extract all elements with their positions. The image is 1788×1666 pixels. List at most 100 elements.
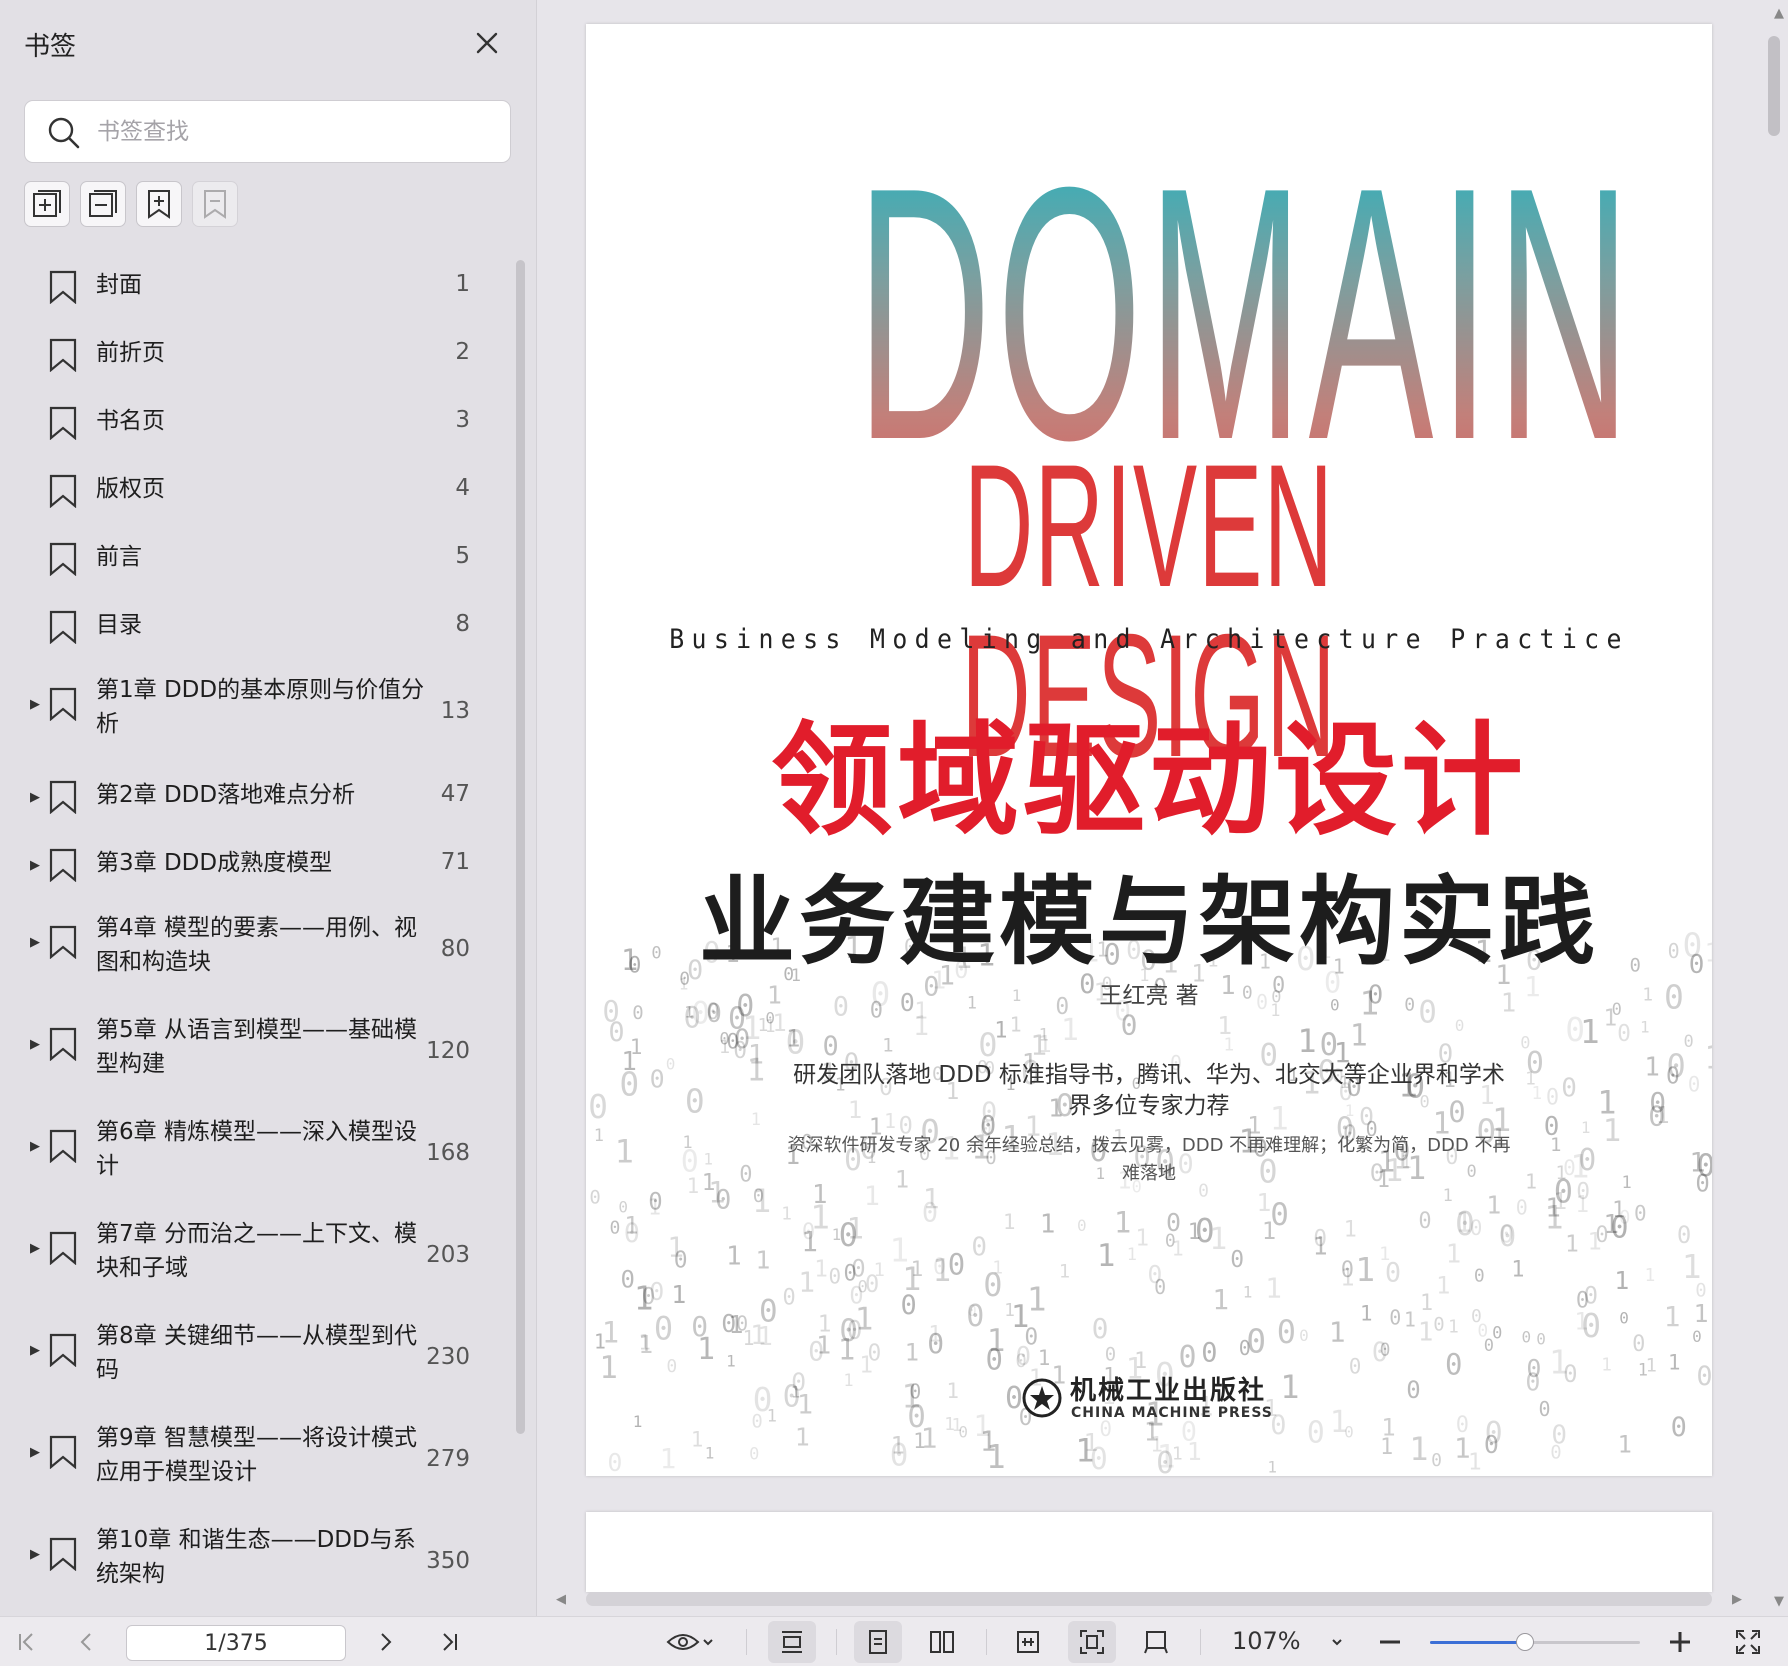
remove-bookmark-button[interactable]	[192, 181, 238, 227]
expand-arrow-icon[interactable]: ▶	[30, 697, 40, 712]
collapse-all-button[interactable]	[80, 181, 126, 227]
bookmark-label: 第8章 关键细节——从模型到代码	[96, 1323, 417, 1383]
svg-text:1: 1	[1059, 1261, 1070, 1283]
svg-text:0: 0	[1551, 1421, 1567, 1451]
svg-text:1: 1	[843, 1371, 853, 1391]
bookmark-list: 封面 1 前折页 2 书名页 3 版权页 4 前言 5 目录 8 ▶ 第1章 DDD的基本原则与价值分析 1…	[0, 255, 510, 1615]
svg-text:1: 1	[1381, 1414, 1395, 1442]
bookmark-item[interactable]: ▶ 第1章 DDD的基本原则与价值分析 13	[0, 663, 510, 765]
sidebar-scrollbar[interactable]	[516, 260, 525, 1434]
bookmark-item[interactable]: ▶ 第2章 DDD落地难点分析 47	[0, 765, 510, 833]
bookmark-item[interactable]: 封面 1	[0, 255, 510, 323]
scroll-right-arrow-icon[interactable]: ▶	[1732, 1592, 1742, 1607]
horizontal-scrollbar[interactable]	[586, 1592, 1712, 1606]
expand-arrow-icon[interactable]: ▶	[30, 1343, 40, 1358]
svg-text:1: 1	[1114, 1206, 1131, 1240]
cover-author: 王红亮 著	[1099, 983, 1199, 1009]
svg-text:1: 1	[1038, 1032, 1052, 1058]
bookmark-page-number: 5	[455, 543, 470, 569]
svg-text:1: 1	[1011, 1299, 1030, 1335]
fullscreen-button[interactable]	[1728, 1617, 1768, 1666]
svg-text:1: 1	[1580, 1012, 1600, 1051]
bookmark-search-box[interactable]	[24, 100, 511, 163]
bookmark-item[interactable]: 版权页 4	[0, 459, 510, 527]
expand-arrow-icon[interactable]: ▶	[30, 935, 40, 950]
single-page-icon	[869, 1630, 887, 1654]
bookmark-item[interactable]: ▶ 第10章 和谐生态——DDD与系统架构 350	[0, 1513, 510, 1615]
fit-width-button[interactable]	[1004, 1617, 1052, 1666]
svg-text:0: 0	[624, 1218, 640, 1249]
scroll-up-arrow-icon[interactable]: ▲	[1774, 6, 1784, 21]
svg-text:1: 1	[1694, 1299, 1709, 1328]
next-page-button[interactable]	[366, 1617, 406, 1666]
bookmark-item[interactable]: ▶ 第4章 模型的要素——用例、视图和构造块 80	[0, 901, 510, 1003]
rotate-page-button[interactable]	[1132, 1617, 1180, 1666]
bookmark-page-number: 2	[455, 339, 470, 365]
bookmark-item[interactable]: 目录 8	[0, 595, 510, 663]
add-bookmark-button[interactable]	[136, 181, 182, 227]
svg-text:1: 1	[1360, 1302, 1373, 1326]
expand-arrow-icon[interactable]: ▶	[30, 1241, 40, 1256]
bookmark-icon	[49, 925, 77, 959]
publisher-logo-icon	[1022, 1378, 1062, 1418]
zoom-out-button[interactable]	[1372, 1617, 1408, 1666]
svg-text:1: 1	[1075, 1432, 1094, 1470]
bookmark-item[interactable]: 前折页 2	[0, 323, 510, 391]
bookmark-label: 目录	[96, 612, 142, 638]
bookmark-item[interactable]: 书名页 3	[0, 391, 510, 459]
bookmark-page-number: 13	[440, 698, 470, 724]
bookmark-label: 第5章 从语言到模型——基础模型构建	[96, 1017, 417, 1077]
bookmark-item[interactable]: ▶ 第8章 关键细节——从模型到代码 230	[0, 1309, 510, 1411]
svg-text:1: 1	[687, 1174, 700, 1198]
svg-text:1: 1	[1265, 1271, 1282, 1304]
bookmark-item[interactable]: 前言 5	[0, 527, 510, 595]
plus-icon	[1670, 1632, 1690, 1652]
svg-text:1: 1	[1212, 1283, 1229, 1316]
single-page-button[interactable]	[854, 1621, 902, 1663]
bookmark-label: 封面	[96, 272, 142, 298]
vertical-scrollbar-thumb[interactable]	[1768, 36, 1780, 136]
zoom-level-display[interactable]: 107%	[1232, 1627, 1301, 1655]
expand-arrow-icon[interactable]: ▶	[30, 1445, 40, 1460]
svg-text:0: 0	[1154, 1275, 1166, 1299]
zoom-dropdown-button[interactable]	[1322, 1617, 1352, 1666]
zoom-slider[interactable]	[1430, 1633, 1640, 1651]
svg-text:0: 0	[1313, 1226, 1327, 1252]
view-mode-dropdown[interactable]	[656, 1617, 726, 1666]
scroll-left-arrow-icon[interactable]: ◀	[556, 1592, 566, 1607]
zoom-in-button[interactable]	[1662, 1617, 1698, 1666]
close-icon[interactable]	[470, 26, 504, 60]
svg-text:0: 0	[971, 1233, 987, 1263]
bookmark-item[interactable]: ▶ 第7章 分而治之——上下文、模块和子域 203	[0, 1207, 510, 1309]
svg-text:1: 1	[1645, 1265, 1656, 1286]
expand-arrow-icon[interactable]: ▶	[30, 790, 40, 805]
zoom-slider-handle[interactable]	[1515, 1633, 1534, 1651]
svg-text:1: 1	[905, 1338, 919, 1366]
first-page-button[interactable]	[6, 1617, 46, 1666]
bookmark-page-number: 8	[455, 611, 470, 637]
continuous-scroll-button[interactable]	[768, 1621, 816, 1663]
previous-page-button[interactable]	[66, 1617, 106, 1666]
bookmark-item[interactable]: ▶ 第6章 精炼模型——深入模型设计 168	[0, 1105, 510, 1207]
bookmark-item[interactable]: ▶ 第3章 DDD成熟度模型 71	[0, 833, 510, 901]
two-page-button[interactable]	[918, 1617, 966, 1666]
expand-arrow-icon[interactable]: ▶	[30, 1547, 40, 1562]
page-number-input[interactable]	[126, 1625, 346, 1661]
svg-text:1: 1	[798, 1265, 815, 1298]
expand-all-button[interactable]	[24, 181, 70, 227]
bookmark-search-input[interactable]	[97, 111, 497, 153]
bookmark-item[interactable]: ▶ 第9章 智慧模型——将设计模式应用于模型设计 279	[0, 1411, 510, 1513]
expand-arrow-icon[interactable]: ▶	[30, 858, 40, 873]
svg-text:0: 0	[907, 1399, 926, 1435]
svg-text:0: 0	[642, 1284, 656, 1310]
fit-page-button[interactable]	[1068, 1621, 1116, 1663]
bookmark-label: 第1章 DDD的基本原则与价值分析	[96, 677, 425, 737]
expand-arrow-icon[interactable]: ▶	[30, 1139, 40, 1154]
bookmark-label: 第2章 DDD落地难点分析	[96, 782, 356, 808]
svg-text:0: 0	[715, 1185, 731, 1216]
scroll-down-arrow-icon[interactable]: ▼	[1774, 1594, 1784, 1609]
last-page-button[interactable]	[430, 1617, 470, 1666]
expand-arrow-icon[interactable]: ▶	[30, 1037, 40, 1052]
bookmark-item[interactable]: ▶ 第5章 从语言到模型——基础模型构建 120	[0, 1003, 510, 1105]
svg-text:0: 0	[654, 1310, 673, 1348]
